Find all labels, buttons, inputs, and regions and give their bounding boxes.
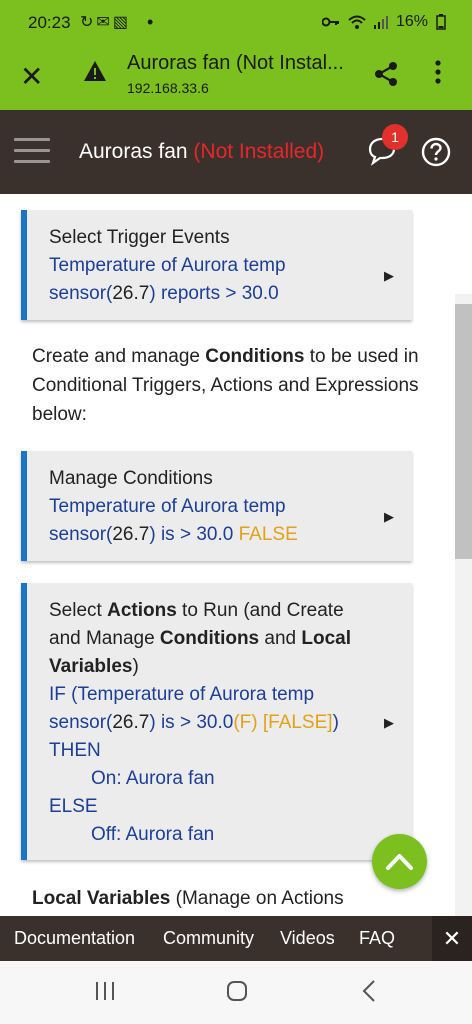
home-icon[interactable] <box>225 979 249 1003</box>
help-icon[interactable] <box>421 137 451 167</box>
install-status: (Not Installed) <box>193 140 325 163</box>
action-then: THEN <box>49 740 101 761</box>
main-content: Select Trigger Events Temperature of Aur… <box>0 194 472 916</box>
key-icon <box>321 17 339 27</box>
conditions-intro: Create and manage Conditions to be used … <box>32 346 419 425</box>
status-right: 16% <box>321 13 446 31</box>
status-time: 20:23 <box>28 13 71 32</box>
chevron-up-icon <box>386 854 413 870</box>
menu-icon[interactable] <box>14 138 50 164</box>
status-bar: 20:23 ↻✉▧ • 16% <box>0 0 472 46</box>
page-title: Auroras fan (Not Instal... <box>127 52 344 74</box>
footer-close-button[interactable]: ✕ <box>432 916 472 961</box>
card-heading: Manage Conditions <box>49 468 213 489</box>
app-title: Auroras fan (Not Installed) <box>79 140 324 164</box>
notification-icons: ↻✉▧ <box>80 14 131 31</box>
more-options-icon[interactable] <box>434 59 442 85</box>
footer-link-documentation[interactable]: Documentation <box>14 928 135 949</box>
trigger-line2: sensor(26.7) reports > 30.0 <box>49 283 279 304</box>
system-nav-bar <box>0 961 472 1024</box>
expand-arrow-icon: ▶ <box>384 715 394 730</box>
trigger-events-card[interactable]: Select Trigger Events Temperature of Aur… <box>21 210 412 320</box>
recent-apps-icon[interactable] <box>93 979 117 1003</box>
card-heading: Select Actions to Run (and Create and Ma… <box>49 600 352 677</box>
action-on: On: Aurora fan <box>91 768 215 789</box>
manage-conditions-card[interactable]: Manage Conditions Temperature of Aurora … <box>21 451 412 561</box>
browser-toolbar: ✕ Auroras fan (Not Instal... 192.168.33.… <box>0 46 472 110</box>
app-name: Auroras fan <box>79 140 188 163</box>
signal-icon <box>373 16 388 29</box>
battery-level: 16% <box>395 13 428 30</box>
action-if-line1: IF (Temperature of Aurora temp <box>49 684 315 705</box>
app-header: Auroras fan (Not Installed) <box>0 110 472 194</box>
battery-icon <box>436 14 446 30</box>
card-heading: Select Trigger Events <box>49 227 230 248</box>
scrollbar-thumb[interactable] <box>455 304 472 559</box>
footer-link-videos[interactable]: Videos <box>280 928 335 949</box>
expand-arrow-icon: ▶ <box>384 268 394 283</box>
notification-badge: 1 <box>382 124 408 150</box>
condition-line2: sensor(26.7) is > 30.0 FALSE <box>49 524 298 545</box>
scroll-to-top-button[interactable] <box>372 834 427 889</box>
warning-icon[interactable] <box>83 60 107 82</box>
close-tab-icon[interactable]: ✕ <box>20 60 43 93</box>
select-actions-card[interactable]: Select Actions to Run (and Create and Ma… <box>21 583 412 860</box>
trigger-line1: Temperature of Aurora temp <box>49 255 286 276</box>
action-if-line2: sensor(26.7) is > 30.0(F) [FALSE]) <box>49 712 339 733</box>
local-variables-heading: Local Variables (Manage on Actions <box>32 888 344 909</box>
wifi-icon <box>348 15 366 29</box>
page-url[interactable]: 192.168.33.6 <box>127 80 209 96</box>
condition-line1: Temperature of Aurora temp <box>49 496 286 517</box>
condition-state: FALSE <box>238 524 298 545</box>
footer-nav: Documentation Community Videos FAQ ✕ <box>0 916 472 961</box>
footer-link-community[interactable]: Community <box>163 928 254 949</box>
expand-arrow-icon: ▶ <box>384 509 394 524</box>
status-dot: • <box>147 12 154 32</box>
share-icon[interactable] <box>372 60 400 88</box>
action-off: Off: Aurora fan <box>91 824 215 845</box>
back-icon[interactable] <box>358 979 382 1003</box>
footer-link-faq[interactable]: FAQ <box>359 928 395 949</box>
action-else: ELSE <box>49 796 98 817</box>
